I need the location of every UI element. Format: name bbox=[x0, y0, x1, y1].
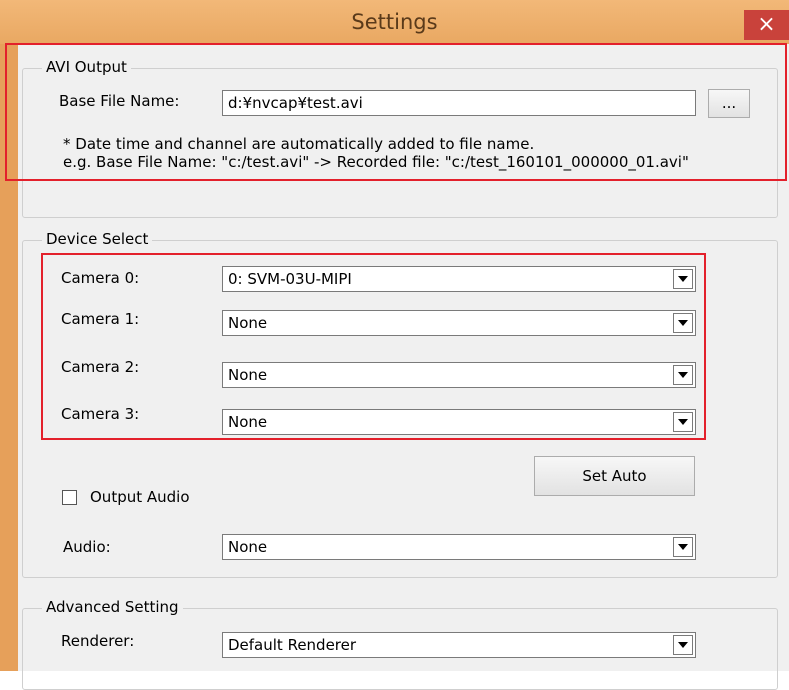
title-bar[interactable]: Settings × bbox=[0, 0, 789, 44]
camera-select-highlight-box bbox=[41, 253, 706, 440]
advanced-setting-legend: Advanced Setting bbox=[42, 598, 183, 616]
output-audio-label[interactable]: Output Audio bbox=[90, 488, 190, 506]
audio-label: Audio: bbox=[63, 538, 111, 556]
audio-value: None bbox=[228, 538, 268, 556]
renderer-label: Renderer: bbox=[61, 632, 135, 650]
audio-select[interactable]: None bbox=[222, 534, 696, 560]
set-auto-button[interactable]: Set Auto bbox=[534, 456, 695, 496]
device-select-legend: Device Select bbox=[42, 230, 153, 248]
chevron-down-icon[interactable] bbox=[673, 537, 693, 557]
renderer-select[interactable]: Default Renderer bbox=[222, 632, 696, 658]
renderer-value: Default Renderer bbox=[228, 636, 357, 654]
window-title: Settings bbox=[351, 10, 438, 34]
close-icon: × bbox=[757, 12, 776, 37]
avi-output-highlight-box bbox=[5, 43, 787, 181]
chevron-down-icon[interactable] bbox=[673, 635, 693, 655]
close-button[interactable]: × bbox=[744, 10, 789, 40]
output-audio-checkbox[interactable] bbox=[62, 490, 77, 505]
